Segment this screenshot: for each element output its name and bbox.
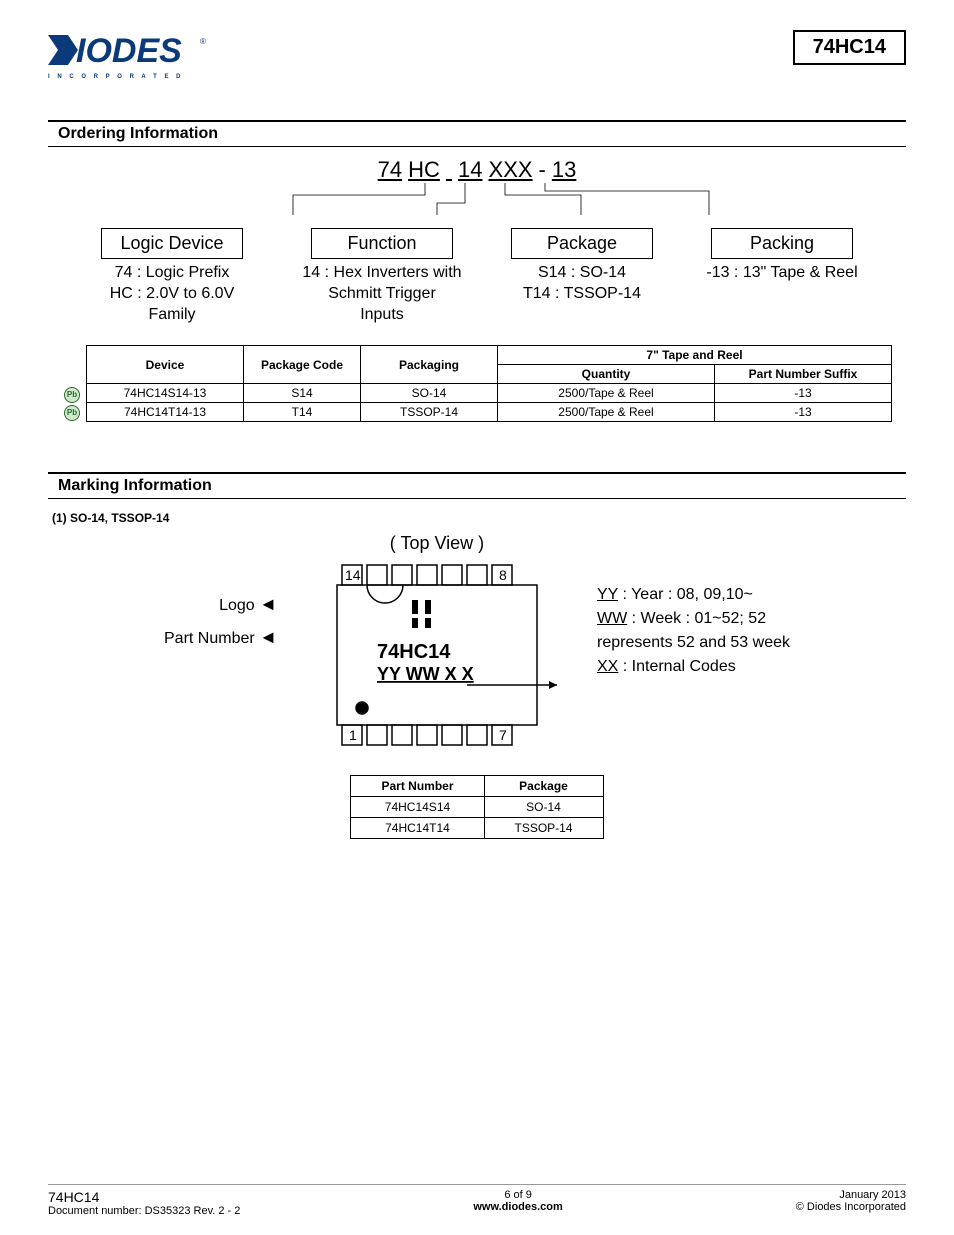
cell: 74HC14T14-13 (87, 403, 244, 422)
package-desc: S14 : SO-14 T14 : TSSOP-14 (523, 263, 641, 305)
table-row: 74HC14S14-13 S14 SO-14 2500/Tape & Reel … (87, 384, 892, 403)
code-p1: 74 (378, 157, 402, 183)
cell: SO-14 (361, 384, 498, 403)
label-ww: WW : Week : 01~52; 52 (597, 607, 790, 631)
logic-device-box: Logic Device 74 : Logic Prefix HC : 2.0V… (77, 228, 267, 325)
function-box: Function 14 : Hex Inverters with Schmitt… (287, 228, 477, 325)
footer-partnum: 74HC14 (48, 1189, 240, 1205)
cell: 74HC14S14 (351, 797, 484, 818)
page-header: IODES ® I N C O R P O R A T E D 74HC14 (48, 30, 906, 80)
page-footer: 74HC14 Document number: DS35323 Rev. 2 -… (48, 1184, 906, 1217)
part-number-box: 74HC14 (793, 30, 906, 65)
pb-badge: Pb (62, 387, 82, 403)
th-device: Device (87, 346, 244, 384)
ordering-table: Device Package Code Packaging 7" Tape an… (86, 345, 892, 422)
svg-text:®: ® (200, 37, 206, 46)
footer-date: January 2013 (796, 1189, 906, 1201)
logic-device-desc: 74 : Logic Prefix HC : 2.0V to 6.0V Fami… (110, 263, 235, 325)
cell: 74HC14S14-13 (87, 384, 244, 403)
brand-logo: IODES ® I N C O R P O R A T E D (48, 30, 208, 80)
cell: TSSOP-14 (361, 403, 498, 422)
cell: TSSOP-14 (484, 818, 603, 839)
th-tapereel: 7" Tape and Reel (498, 346, 892, 365)
label-xx: XX : Internal Codes (597, 655, 790, 679)
packing-label: Packing (711, 228, 853, 259)
topview-label: ( Top View ) (307, 533, 567, 554)
svg-text:IODES: IODES (76, 32, 182, 70)
packing-desc: -13 : 13" Tape & Reel (706, 263, 857, 284)
pb-badge: Pb (62, 405, 82, 421)
svg-text:1: 1 (349, 727, 357, 743)
th-pkg: Package (484, 776, 603, 797)
footer-docnum: Document number: DS35323 Rev. 2 - 2 (48, 1205, 240, 1217)
th-pkgcode: Package Code (244, 346, 361, 384)
code-p5: 13 (552, 157, 576, 183)
ordering-code: 74 HC 14 XXX - 13 (48, 157, 906, 183)
cell: 74HC14T14 (351, 818, 484, 839)
table-row: 74HC14S14 SO-14 (351, 797, 603, 818)
logic-device-label: Logic Device (101, 228, 243, 259)
svg-text:7: 7 (499, 727, 507, 743)
th-suffix: Part Number Suffix (715, 365, 892, 384)
marking-section-title: Marking Information (48, 472, 906, 499)
label-logo: Logo ◄ (164, 588, 277, 621)
label-ww2: represents 52 and 53 week (597, 631, 790, 655)
marking-table: Part Number Package 74HC14S14 SO-14 74HC… (350, 775, 603, 839)
svg-text:8: 8 (499, 567, 507, 583)
marking-diagram: Logo ◄ Part Number ◄ ( Top View ) 14 8 1 (48, 533, 906, 755)
code-dash: - (539, 157, 546, 183)
svg-text:14: 14 (345, 567, 361, 583)
code-p3: 14 (458, 157, 482, 183)
th-packaging: Packaging (361, 346, 498, 384)
chip-icon: 14 8 1 7 (307, 560, 567, 750)
cell: 2500/Tape & Reel (498, 403, 715, 422)
marking-subheading: (1) SO-14, TSSOP-14 (52, 511, 906, 525)
code-p2: HC (408, 157, 440, 183)
footer-pagenum: 6 of 9 (473, 1189, 562, 1201)
branch-lines-icon (127, 183, 827, 223)
package-label: Package (511, 228, 653, 259)
cell: -13 (715, 403, 892, 422)
th-pn: Part Number (351, 776, 484, 797)
th-qty: Quantity (498, 365, 715, 384)
packing-box: Packing -13 : 13" Tape & Reel (687, 228, 877, 325)
cell: T14 (244, 403, 361, 422)
brand-subtext: I N C O R P O R A T E D (48, 74, 183, 80)
table-row: 74HC14T14 TSSOP-14 (351, 818, 603, 839)
footer-copyright: © Diodes Incorporated (796, 1201, 906, 1213)
svg-text:74HC14: 74HC14 (377, 641, 451, 663)
cell: SO-14 (484, 797, 603, 818)
function-desc: 14 : Hex Inverters with Schmitt Trigger … (302, 263, 461, 325)
cell: S14 (244, 384, 361, 403)
cell: 2500/Tape & Reel (498, 384, 715, 403)
function-label: Function (311, 228, 453, 259)
cell: -13 (715, 384, 892, 403)
ordering-diagram: 74 HC 14 XXX - 13 Logic Device 74 : Logi… (48, 157, 906, 325)
label-yy: YY : Year : 08, 09,10~ (597, 583, 790, 607)
footer-url: www.diodes.com (473, 1201, 562, 1213)
code-p4: XXX (489, 157, 533, 183)
package-box: Package S14 : SO-14 T14 : TSSOP-14 (497, 228, 667, 325)
label-partnumber: Part Number ◄ (164, 621, 277, 654)
table-row: 74HC14T14-13 T14 TSSOP-14 2500/Tape & Re… (87, 403, 892, 422)
ordering-section-title: Ordering Information (48, 120, 906, 147)
svg-text:YY WW X X: YY WW X X (377, 664, 474, 684)
